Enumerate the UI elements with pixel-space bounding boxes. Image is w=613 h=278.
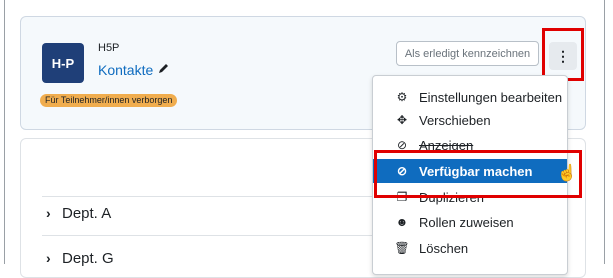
mark-done-button[interactable]: Als erledigt kennzeichnen xyxy=(396,41,539,66)
divider xyxy=(42,196,402,197)
hand-cursor-icon: ☝ xyxy=(557,165,577,182)
dept-item[interactable]: Dept. A xyxy=(62,205,111,222)
menu-item-assign-roles[interactable]: ☻ Rollen zuweisen xyxy=(373,210,567,234)
user-circle-icon: ☻ xyxy=(395,215,409,229)
module-type-label: H5P xyxy=(98,42,120,54)
frame-left-border xyxy=(4,0,5,264)
menu-item-move[interactable]: ✥ Verschieben xyxy=(373,108,567,132)
highlight-kebab-box xyxy=(542,28,584,81)
activity-name-link[interactable]: Kontakte xyxy=(98,62,153,78)
menu-item-edit-settings[interactable]: ⚙ Einstellungen bearbeiten xyxy=(373,85,567,109)
dept-item[interactable]: Dept. G xyxy=(62,250,114,267)
move-arrows-icon: ✥ xyxy=(396,113,408,127)
frame-right-border xyxy=(604,0,605,264)
hidden-status-badge: Für Teilnehmer/innen verborgen xyxy=(40,94,178,107)
divider xyxy=(42,235,402,236)
gear-icon: ⚙ xyxy=(396,90,408,104)
highlight-make-available-box xyxy=(374,150,582,198)
trash-icon: 🗑 xyxy=(394,241,410,255)
h5p-logo: H-P xyxy=(42,43,84,83)
pencil-icon[interactable] xyxy=(157,62,170,80)
menu-item-delete[interactable]: 🗑 Löschen xyxy=(373,236,567,260)
chevron-right-icon[interactable]: › xyxy=(46,205,51,221)
